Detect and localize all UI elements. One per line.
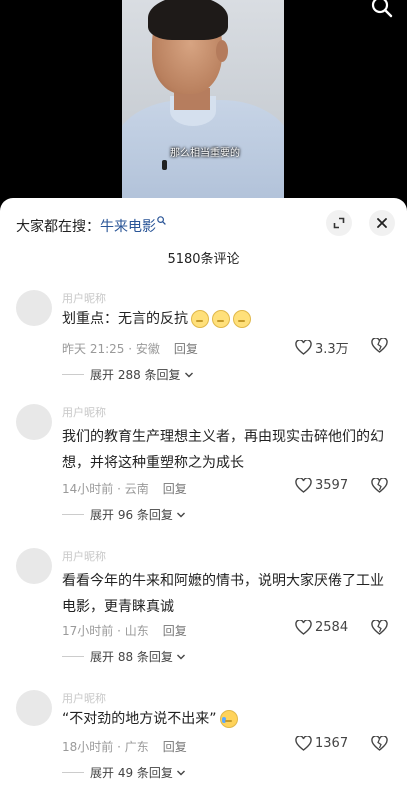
username-blurred[interactable]: 用户昵称 <box>62 690 106 706</box>
username-blurred[interactable]: 用户昵称 <box>62 404 106 420</box>
comment-text-content: “不对劲的地方说不出来” <box>62 711 217 727</box>
emoji-icon <box>212 310 230 328</box>
emoji-icon <box>191 310 209 328</box>
heart-icon <box>295 340 312 355</box>
expand-replies-label: 展开 88 条回复 <box>90 650 173 664</box>
speaker-hair <box>148 0 228 40</box>
comment-text: 看看今年的牛来和阿嬷的情书，说明大家厌倦了工业电影，更青睐真诚 <box>62 573 384 615</box>
lapel-mic <box>162 160 167 170</box>
like-button[interactable]: 1367 <box>295 736 348 751</box>
emoji-icon <box>233 310 251 328</box>
like-count: 1367 <box>315 736 349 751</box>
search-keyword[interactable]: 牛来电影 <box>100 219 156 235</box>
expand-replies-label: 展开 49 条回复 <box>90 766 173 780</box>
like-button[interactable]: 3597 <box>295 478 348 493</box>
broken-heart-icon[interactable] <box>371 478 388 493</box>
expand-replies[interactable]: 展开 49 条回复 <box>62 764 186 781</box>
like-count: 3597 <box>315 478 349 493</box>
reply-button[interactable]: 回复 <box>163 740 187 754</box>
comment-time: 18小时前 · 广东 <box>62 740 149 754</box>
speaker-ear <box>216 40 228 62</box>
like-count: 3.3万 <box>315 342 349 357</box>
comments-sheet: 大家都在搜：牛来电影 5180条评论 用户昵称 划重点：无言的反抗 昨天 21:… <box>0 198 407 800</box>
search-prefix: 大家都在搜： <box>16 219 100 235</box>
comment-text: 我们的教育生产理想主义者，再由现实击碎他们的幻想，并将这种重塑称之为成长 <box>62 429 384 471</box>
chevron-down-icon <box>176 770 185 775</box>
comment-meta: 14小时前 · 云南 回复 <box>62 480 187 497</box>
broken-heart-icon[interactable] <box>371 620 388 635</box>
expand-button[interactable] <box>326 210 352 236</box>
comment-count: 5180条评论 <box>167 252 240 267</box>
divider-line <box>62 772 84 773</box>
comment-time: 17小时前 · 山东 <box>62 624 149 638</box>
comment-text-content: 划重点：无言的反抗 <box>62 311 188 327</box>
like-count: 2584 <box>315 620 349 635</box>
small-search-icon <box>157 216 166 225</box>
username-blurred[interactable]: 用户昵称 <box>62 290 106 306</box>
avatar[interactable] <box>16 290 52 326</box>
heart-icon <box>295 736 312 751</box>
comment-time: 昨天 21:25 · 安徽 <box>62 342 160 356</box>
heart-icon <box>295 620 312 635</box>
video-subtitle: 那么相当重要的 <box>170 148 240 159</box>
expand-replies[interactable]: 展开 96 条回复 <box>62 506 186 523</box>
chevron-down-icon <box>176 512 185 517</box>
comment-meta: 17小时前 · 山东 回复 <box>62 622 187 639</box>
chevron-down-icon <box>184 372 193 377</box>
expand-replies[interactable]: 展开 288 条回复 <box>62 366 194 383</box>
username-blurred[interactable]: 用户昵称 <box>62 548 106 564</box>
comment-meta: 昨天 21:25 · 安徽 回复 <box>62 340 198 357</box>
like-button[interactable]: 2584 <box>295 620 348 635</box>
video-area[interactable]: 那么相当重要的 <box>0 0 407 205</box>
avatar[interactable] <box>16 548 52 584</box>
avatar[interactable] <box>16 690 52 726</box>
expand-icon <box>333 217 345 229</box>
search-icon[interactable] <box>371 0 393 18</box>
divider-line <box>62 656 84 657</box>
divider-line <box>62 514 84 515</box>
divider-line <box>62 374 84 375</box>
close-button[interactable] <box>369 210 395 236</box>
video-frame: 那么相当重要的 <box>122 0 284 205</box>
broken-heart-icon[interactable] <box>371 736 388 751</box>
broken-heart-icon[interactable] <box>371 338 388 353</box>
reply-button[interactable]: 回复 <box>163 624 187 638</box>
reply-button[interactable]: 回复 <box>163 482 187 496</box>
comment-time: 14小时前 · 云南 <box>62 482 149 496</box>
expand-replies[interactable]: 展开 88 条回复 <box>62 648 186 665</box>
comment-text: “不对劲的地方说不出来” <box>62 706 392 732</box>
close-icon <box>377 218 387 228</box>
expand-replies-label: 展开 96 条回复 <box>90 508 173 522</box>
crying-emoji-icon <box>219 710 238 728</box>
reply-button[interactable]: 回复 <box>174 342 198 356</box>
comment-meta: 18小时前 · 广东 回复 <box>62 738 187 755</box>
heart-icon <box>295 478 312 493</box>
expand-replies-label: 展开 288 条回复 <box>90 368 181 382</box>
search-suggestion[interactable]: 大家都在搜：牛来电影 <box>16 216 166 236</box>
comment-text: 划重点：无言的反抗 <box>62 306 392 332</box>
avatar[interactable] <box>16 404 52 440</box>
chevron-down-icon <box>176 654 185 659</box>
like-button[interactable]: 3.3万 <box>295 338 349 357</box>
